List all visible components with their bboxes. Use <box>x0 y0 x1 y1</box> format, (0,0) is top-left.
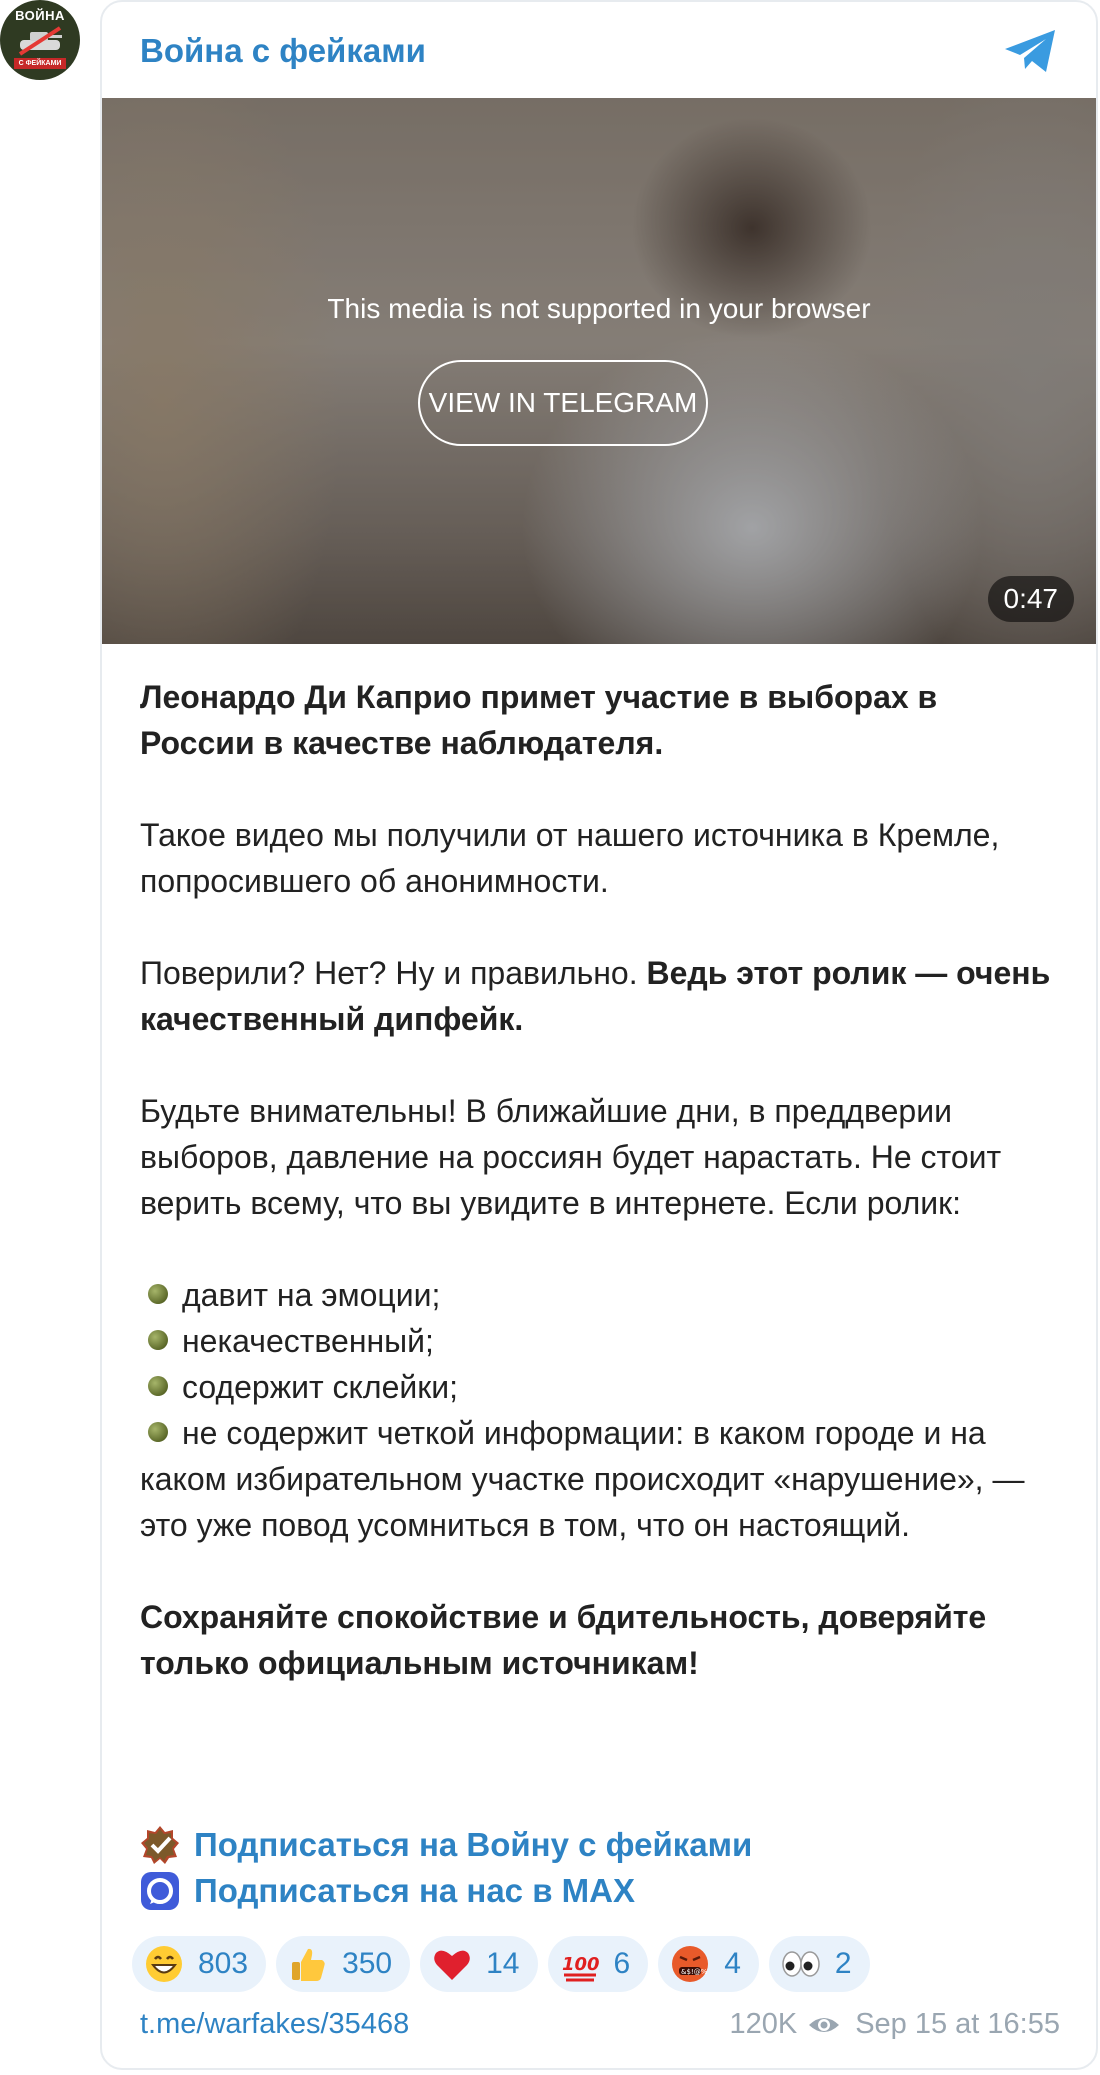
face-with-symbols-icon: &$!@% <box>672 1946 709 1982</box>
view-in-telegram-button[interactable]: VIEW IN TELEGRAM <box>418 360 708 446</box>
max-messenger-icon <box>141 1872 179 1910</box>
reaction-heart[interactable]: 14 <box>420 1936 538 1992</box>
bullet-item: некачественный; <box>140 1323 434 1359</box>
eye-icon <box>809 2017 840 2032</box>
unsupported-media-text: This media is not supported in your brow… <box>327 293 871 324</box>
avatar-subtitle: С ФЕЙКАМИ <box>14 58 66 69</box>
subscribe-link-row-1: Подписаться на Войну с фейками <box>140 1822 1060 1868</box>
subscribe-max-link[interactable]: Подписаться на нас в MAX <box>194 1868 635 1914</box>
post-headline: Леонардо Ди Каприо примет участие в выбо… <box>140 679 938 761</box>
reaction-count: 803 <box>198 1947 249 1980</box>
reaction-count: 2 <box>834 1947 852 1980</box>
thumbs-up-icon <box>292 1948 325 1981</box>
eyes-icon <box>782 1951 820 1977</box>
post-paragraph-3: Будьте внимательны! В ближайшие дни, в п… <box>140 1093 1002 1221</box>
telegram-post-widget: ВОЙНА С ФЕЙКАМИ Война с фейками This med… <box>0 0 1100 2075</box>
post-date[interactable]: Sep 15 at 16:55 <box>855 2008 1060 2041</box>
bullet-item: давит на эмоции; <box>140 1277 440 1313</box>
verified-check-icon <box>141 1826 179 1864</box>
post-footer: t.me/warfakes/35468 120K Sep 15 at 16:55 <box>140 2008 1060 2052</box>
subscribe-warfakes-link[interactable]: Подписаться на Войну с фейками <box>194 1822 752 1868</box>
tank-icon <box>18 26 62 56</box>
bullet-list: давит на эмоции; некачественный; содержи… <box>140 1272 1060 1548</box>
telegram-logo-icon[interactable] <box>1002 28 1060 76</box>
reaction-swearing[interactable]: &$!@% 4 <box>658 1936 759 1992</box>
reaction-hundred[interactable]: 100 6 <box>547 1936 649 1992</box>
green-circle-icon <box>148 1376 168 1396</box>
bullet-item: не содержит четкой информации: в каком г… <box>140 1415 1025 1543</box>
channel-name-link[interactable]: Война с фейками <box>140 32 426 70</box>
reaction-count: 4 <box>724 1947 741 1980</box>
post-header: Война с фейками <box>102 2 1096 98</box>
subscribe-links: Подписаться на Войну с фейками Подписать… <box>140 1822 1060 1914</box>
view-count: 120K <box>729 2008 798 2040</box>
post-meta: 120K Sep 15 at 16:55 <box>729 2008 1060 2041</box>
video-duration: 0:47 <box>987 576 1074 622</box>
bullet-item: содержит склейки; <box>140 1369 458 1405</box>
reaction-eyes[interactable]: 2 <box>768 1936 870 1992</box>
green-circle-icon <box>148 1284 168 1304</box>
post-text: Леонардо Ди Каприо примет участие в выбо… <box>140 674 1060 1732</box>
post-closing: Сохраняйте спокойствие и бдительность, д… <box>140 1599 987 1681</box>
paragraph-2-text: Поверили? Нет? Ну и правильно. <box>140 955 647 991</box>
reaction-thumbs-up[interactable]: 350 <box>276 1936 411 1992</box>
post-permalink[interactable]: t.me/warfakes/35468 <box>140 2008 409 2041</box>
green-circle-icon <box>148 1330 168 1350</box>
grinning-face-icon <box>146 1946 182 1982</box>
avatar-title: ВОЙНА <box>15 8 65 23</box>
reaction-count: 14 <box>486 1947 520 1980</box>
subscribe-link-row-2: Подписаться на нас в MAX <box>140 1868 1060 1914</box>
post-paragraph-2: Поверили? Нет? Ну и правильно. Ведь этот… <box>140 950 1060 1042</box>
svg-text:100: 100 <box>562 1954 600 1975</box>
svg-text:&$!@%: &$!@% <box>681 1968 708 1976</box>
post-card: Война с фейками This media is not suppor… <box>100 0 1098 2070</box>
reaction-count: 6 <box>613 1947 631 1980</box>
channel-avatar[interactable]: ВОЙНА С ФЕЙКАМИ <box>0 0 80 80</box>
post-paragraph-1: Такое видео мы получили от нашего источн… <box>140 817 1000 899</box>
red-heart-icon <box>434 1950 470 1980</box>
hundred-points-icon: 100 <box>562 1954 600 1982</box>
reaction-count: 350 <box>342 1947 393 1980</box>
reaction-grinning[interactable]: 803 <box>132 1936 267 1992</box>
reactions-bar: 803 350 14 100 6 &$!@% 4 2 <box>132 1936 1072 1992</box>
video-preview[interactable]: This media is not supported in your brow… <box>102 98 1096 644</box>
green-circle-icon <box>148 1422 168 1442</box>
